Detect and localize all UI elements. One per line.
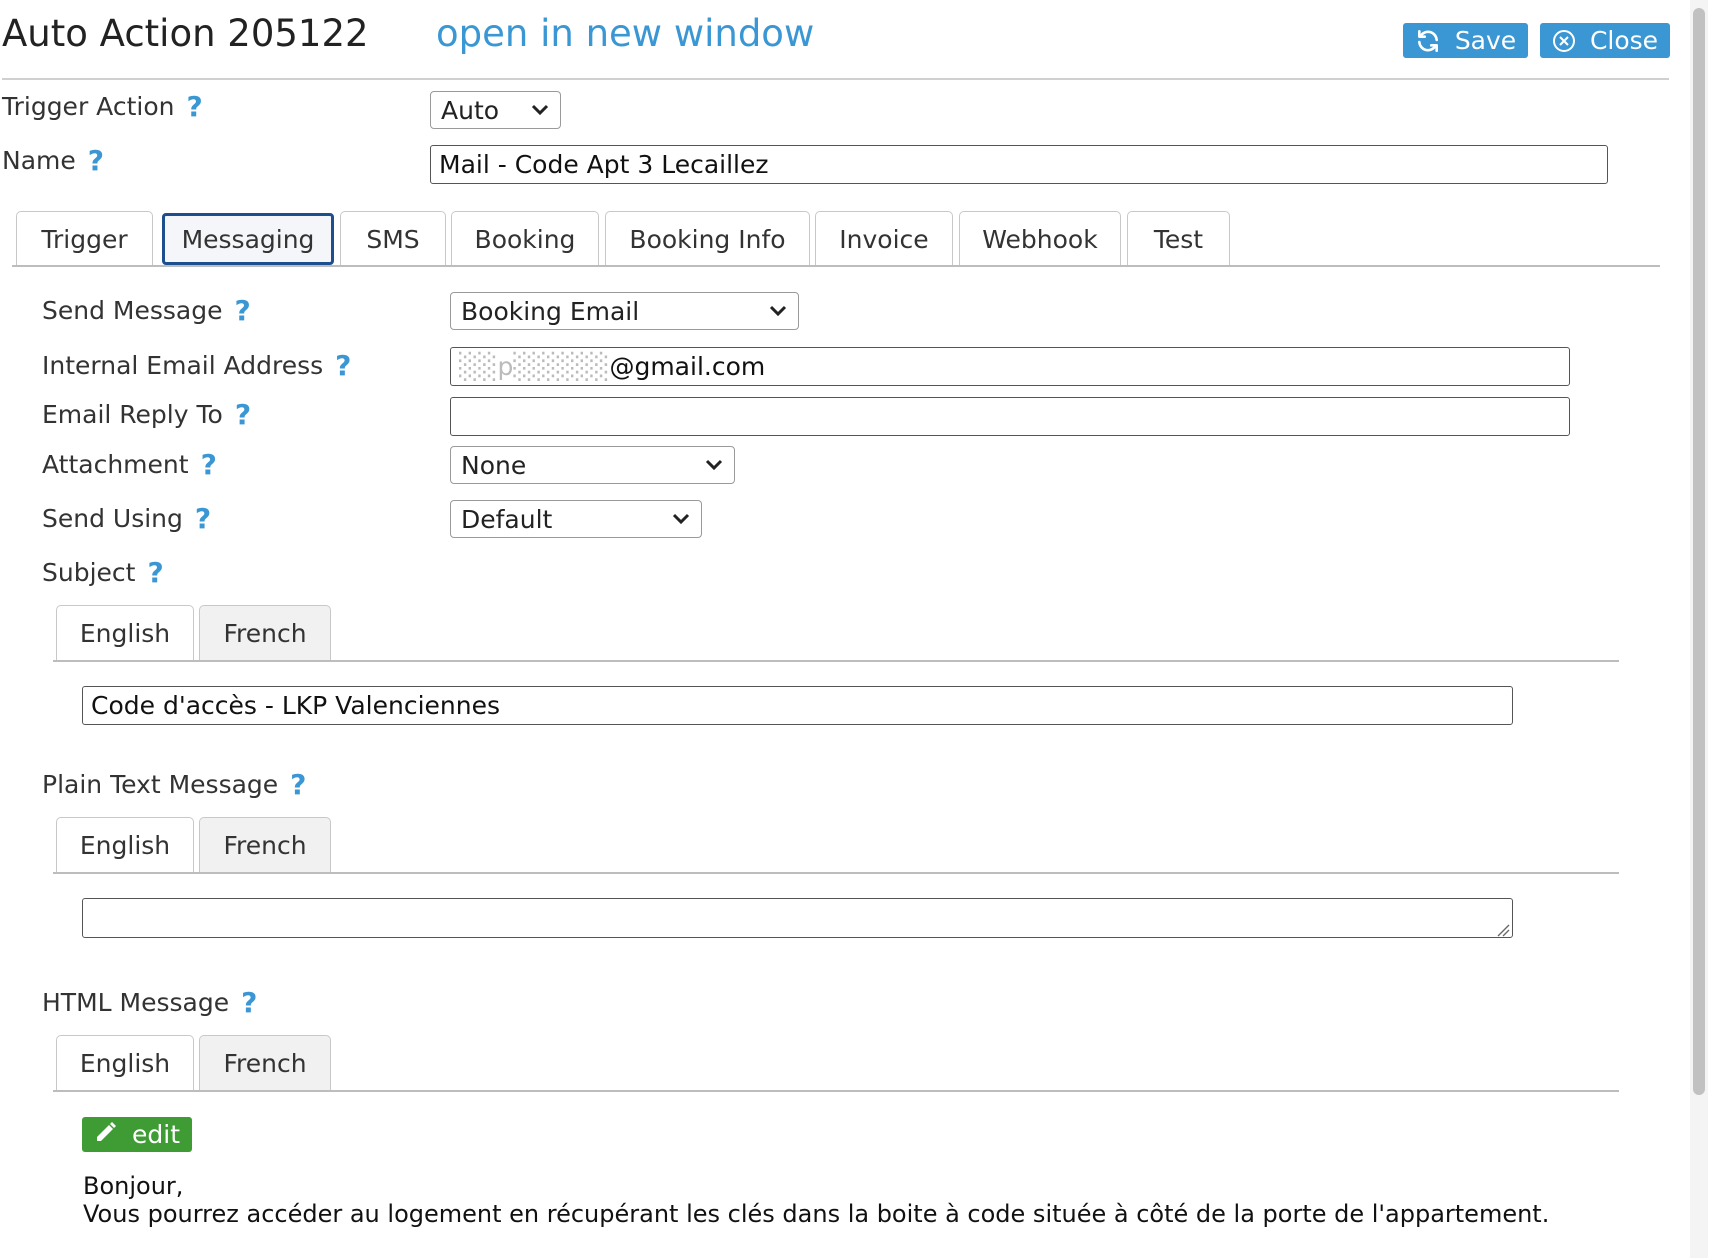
html-message-label: HTML Message ? <box>42 985 258 1019</box>
html-tab-english[interactable]: English <box>56 1035 194 1091</box>
scrollbar-thumb[interactable] <box>1693 8 1705 1095</box>
html-preview-line1: Bonjour, <box>83 1172 184 1200</box>
internal-email-help-icon[interactable]: ? <box>335 351 351 380</box>
resize-handle-icon[interactable] <box>1496 922 1510 941</box>
subject-tab-english[interactable]: English <box>56 605 194 661</box>
close-button[interactable]: Close <box>1540 23 1670 58</box>
name-input[interactable]: Mail - Code Apt 3 Lecaillez <box>430 145 1608 184</box>
email-reply-to-input[interactable] <box>450 397 1570 436</box>
send-using-help-icon[interactable]: ? <box>195 504 211 533</box>
send-using-select[interactable]: Default <box>450 500 702 538</box>
close-circle-icon <box>1552 29 1576 53</box>
send-message-help-icon[interactable]: ? <box>234 296 250 325</box>
tab-invoice[interactable]: Invoice <box>815 211 953 266</box>
chevron-down-icon <box>768 304 788 318</box>
tab-messaging[interactable]: Messaging <box>162 213 334 265</box>
plain-text-help-icon[interactable]: ? <box>290 770 306 799</box>
trigger-action-select[interactable]: Auto <box>430 91 561 129</box>
tab-test[interactable]: Test <box>1127 211 1230 266</box>
send-message-select[interactable]: Booking Email <box>450 292 799 330</box>
tab-trigger[interactable]: Trigger <box>16 211 153 266</box>
tab-sms[interactable]: SMS <box>340 211 446 266</box>
trigger-action-label: Trigger Action ? <box>2 89 203 123</box>
subject-tab-french[interactable]: French <box>199 605 331 661</box>
tab-booking-info[interactable]: Booking Info <box>605 211 810 266</box>
plain-text-textarea[interactable] <box>82 898 1513 938</box>
plain-text-tab-french[interactable]: French <box>199 817 331 873</box>
email-reply-to-label: Email Reply To ? <box>42 397 252 431</box>
internal-email-input[interactable]: ░░p░░░░░ @gmail.com <box>450 347 1570 386</box>
tab-booking[interactable]: Booking <box>451 211 599 266</box>
tabs-divider <box>12 265 1660 267</box>
plain-text-tab-english[interactable]: English <box>56 817 194 873</box>
plain-text-label: Plain Text Message ? <box>42 767 307 801</box>
pencil-icon <box>94 1120 118 1150</box>
subject-tabs-divider <box>53 660 1619 662</box>
open-in-new-window-link[interactable]: open in new window <box>436 12 814 55</box>
chevron-down-icon <box>671 512 691 526</box>
html-message-help-icon[interactable]: ? <box>241 988 257 1017</box>
name-label: Name ? <box>2 143 105 177</box>
page-title: Auto Action 205122 <box>2 12 369 55</box>
send-using-label: Send Using ? <box>42 501 212 535</box>
subject-help-icon[interactable]: ? <box>147 558 163 587</box>
save-button-label: Save <box>1454 26 1517 55</box>
html-tabs-divider <box>53 1090 1619 1092</box>
tab-webhook[interactable]: Webhook <box>959 211 1121 266</box>
attachment-select[interactable]: None <box>450 446 735 484</box>
save-button[interactable]: Save <box>1403 23 1528 58</box>
chevron-down-icon <box>704 458 724 472</box>
close-button-label: Close <box>1589 26 1659 55</box>
plain-text-tabs-divider <box>53 872 1619 874</box>
name-help-icon[interactable]: ? <box>88 146 104 175</box>
edit-button[interactable]: edit <box>82 1117 192 1152</box>
chevron-down-icon <box>530 103 550 117</box>
trigger-action-help-icon[interactable]: ? <box>186 92 202 121</box>
refresh-icon <box>1415 28 1441 54</box>
attachment-label: Attachment ? <box>42 447 217 481</box>
send-message-label: Send Message ? <box>42 293 251 327</box>
subject-label: Subject ? <box>42 555 164 589</box>
html-tab-french[interactable]: French <box>199 1035 331 1091</box>
internal-email-label: Internal Email Address ? <box>42 348 352 382</box>
html-preview-line2: Vous pourrez accéder au logement en récu… <box>83 1200 1550 1228</box>
email-reply-to-help-icon[interactable]: ? <box>235 400 251 429</box>
obscured-email-prefix: ░░p░░░░░ <box>459 352 610 381</box>
header-divider <box>2 78 1669 80</box>
subject-input[interactable]: Code d'accès - LKP Valenciennes <box>82 686 1513 725</box>
attachment-help-icon[interactable]: ? <box>201 450 217 479</box>
